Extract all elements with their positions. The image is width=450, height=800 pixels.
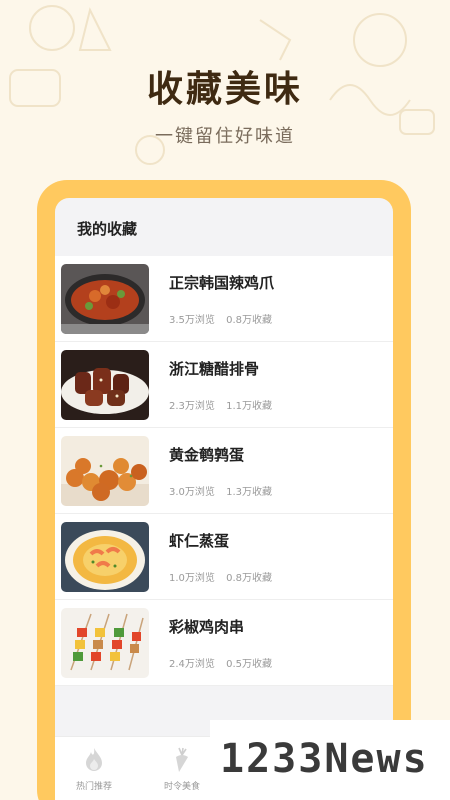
- spicy-chicken-feet-photo: [61, 263, 149, 334]
- item-stats: 3.0万浏览 1.3万收藏: [169, 483, 272, 498]
- tab-label: 时令美食: [163, 782, 200, 792]
- favorite-count: 0.8万收藏: [226, 572, 272, 584]
- list-item[interactable]: 正宗韩国辣鸡爪 3.5万浏览 0.8万收藏: [55, 256, 393, 342]
- favorite-count: 0.5万收藏: [226, 658, 272, 670]
- carrot-icon: [176, 747, 188, 772]
- list-item[interactable]: 黄金鹌鹑蛋 3.0万浏览 1.3万收藏: [55, 428, 393, 514]
- watermark-overlay: 1233News: [210, 720, 450, 800]
- hero-title: 收藏美味: [146, 69, 303, 110]
- sweet-sour-ribs-photo: [61, 349, 149, 420]
- view-count: 3.0万浏览: [169, 486, 215, 498]
- flame-icon: [86, 748, 102, 771]
- tab-seasonal-food[interactable]: 时令美食: [147, 747, 217, 792]
- item-title: 黄金鹌鹑蛋: [169, 445, 245, 464]
- item-title: 浙江糖醋排骨: [169, 359, 260, 378]
- item-stats: 1.0万浏览 0.8万收藏: [169, 569, 272, 584]
- item-stats: 3.5万浏览 0.8万收藏: [169, 311, 274, 326]
- golden-quail-eggs-photo: [61, 435, 149, 506]
- view-count: 2.4万浏览: [169, 658, 215, 670]
- pepper-chicken-skewer-photo: [61, 607, 149, 678]
- item-stats: 2.3万浏览 1.1万收藏: [169, 397, 272, 412]
- item-stats: 2.4万浏览 0.5万收藏: [169, 655, 272, 670]
- watermark-text: 1233News: [220, 736, 429, 782]
- view-count: 3.5万浏览: [169, 314, 215, 326]
- phone-screen: 我的收藏 正宗韩国辣鸡爪 3.5万浏览 0.8万收藏 浙江糖醋排骨 2.3万浏览…: [55, 198, 393, 800]
- item-title: 彩椒鸡肉串: [169, 617, 245, 636]
- favorite-count: 1.3万收藏: [226, 486, 272, 498]
- tab-label: 热门推荐: [75, 782, 112, 792]
- favorite-count: 1.1万收藏: [226, 400, 272, 412]
- list-item[interactable]: 虾仁蒸蛋 1.0万浏览 0.8万收藏: [55, 514, 393, 600]
- favorites-title: 我的收藏: [77, 220, 138, 238]
- item-title: 正宗韩国辣鸡爪: [169, 273, 275, 292]
- item-title: 虾仁蒸蛋: [169, 531, 230, 550]
- shrimp-steamed-egg-photo: [61, 521, 149, 592]
- view-count: 2.3万浏览: [169, 400, 215, 412]
- hero-subtitle: 一键留住好味道: [155, 126, 295, 147]
- favorite-count: 0.8万收藏: [226, 314, 272, 326]
- favorites-list: 正宗韩国辣鸡爪 3.5万浏览 0.8万收藏 浙江糖醋排骨 2.3万浏览 1.1万…: [55, 256, 393, 686]
- tab-hot-recommend[interactable]: 热门推荐: [59, 747, 129, 792]
- list-item[interactable]: 浙江糖醋排骨 2.3万浏览 1.1万收藏: [55, 342, 393, 428]
- list-item[interactable]: 彩椒鸡肉串 2.4万浏览 0.5万收藏: [55, 600, 393, 686]
- view-count: 1.0万浏览: [169, 572, 215, 584]
